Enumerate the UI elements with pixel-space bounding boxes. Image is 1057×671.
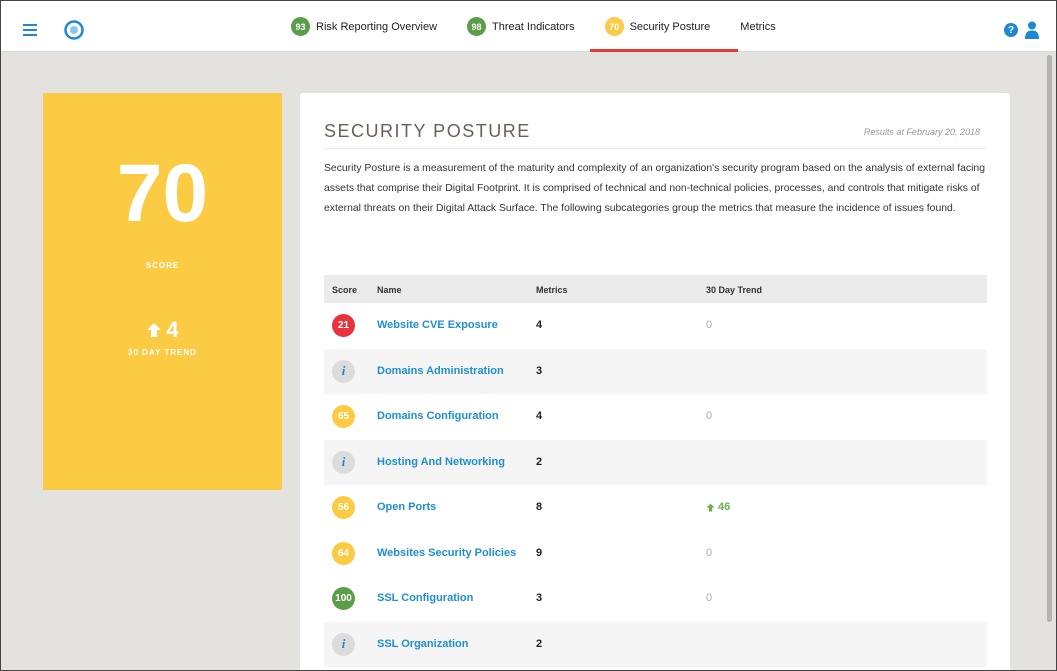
arrow-up-icon [147, 323, 162, 337]
subcategory-link[interactable]: Open Ports [377, 501, 436, 513]
score-badge: 56 [332, 496, 355, 519]
header-score[interactable]: Score [332, 285, 357, 295]
description: Security Posture is a measurement of the… [324, 163, 985, 214]
table-row[interactable]: 56 Open Ports 8 46 [324, 485, 987, 530]
tab-label: Security Posture [629, 20, 711, 33]
tab-label: Threat Indicators [492, 20, 575, 33]
security-posture-panel: SECURITY POSTURE Results at February 20,… [300, 93, 1010, 670]
score-badge: 64 [332, 541, 355, 565]
user-icon[interactable] [1025, 21, 1039, 39]
header-name[interactable]: Name [377, 285, 402, 295]
metrics-count: 4 [536, 319, 543, 331]
tab-bar: 93 Risk Reporting Overview 98 Threat Ind… [291, 1, 806, 52]
trend-number: 4 [166, 317, 179, 342]
trend-value: 0 [706, 546, 713, 559]
app-window: 93 Risk Reporting Overview 98 Threat Ind… [0, 0, 1057, 671]
score-label: SCORE [145, 261, 180, 270]
metrics-count: 2 [536, 455, 543, 468]
table-row[interactable]: 100 SSL Configuration 3 0 [324, 576, 987, 621]
trend-value: 4 [43, 317, 282, 343]
table-row[interactable]: i Domains Administration 3 [324, 348, 987, 394]
trend-cell: 0 [706, 592, 712, 604]
metrics-count: 4 [536, 410, 543, 422]
scrollbar[interactable] [1045, 53, 1054, 670]
menu-icon[interactable] [23, 24, 37, 36]
trend-cell: 0 [706, 547, 712, 559]
tab-risk-reporting-overview[interactable]: 93 Risk Reporting Overview [291, 1, 453, 52]
trend-value: 0 [706, 319, 713, 331]
trend-cell: 0 [706, 410, 712, 422]
tab-metrics[interactable]: Metrics [740, 1, 791, 52]
subcategory-link[interactable]: SSL Configuration [377, 592, 473, 604]
table-header: Score Name Metrics 30 Day Trend [324, 275, 987, 303]
table-row[interactable]: i Hosting And Networking 2 [324, 439, 987, 485]
overall-score: 70 [116, 148, 209, 239]
subcategory-link[interactable]: Website CVE Exposure [377, 319, 498, 331]
info-icon: i [332, 359, 355, 383]
metrics-count: 3 [536, 364, 543, 377]
trend-cell: 46 [706, 501, 730, 513]
trend-label: 30 DAY TREND [128, 348, 197, 357]
arrow-up-icon [706, 503, 715, 511]
page-title: SECURITY POSTURE [324, 121, 531, 141]
top-navigation: 93 Risk Reporting Overview 98 Threat Ind… [1, 1, 1056, 52]
table-row[interactable]: 64 Websites Security Policies 9 0 [324, 531, 987, 576]
score-badge: 100 [332, 587, 355, 610]
trend-value: 0 [706, 410, 713, 422]
trend-cell: 0 [706, 319, 712, 331]
tab-score-badge: 93 [291, 17, 310, 36]
header-trend[interactable]: 30 Day Trend [706, 285, 762, 295]
metrics-count: 2 [536, 637, 543, 650]
score-badge: 65 [332, 405, 355, 428]
title-divider [324, 148, 986, 149]
info-icon: i [332, 632, 355, 656]
trend-value: 0 [706, 592, 713, 604]
table-row[interactable]: 21 Website CVE Exposure 4 0 [324, 303, 987, 348]
info-icon: i [332, 450, 355, 474]
table-row[interactable]: 65 Domains Configuration 4 0 [324, 394, 987, 439]
tab-security-posture[interactable]: 70 Security Posture [589, 1, 738, 52]
tab-score-badge: 98 [467, 17, 487, 36]
header-metrics[interactable]: Metrics [536, 285, 568, 295]
subcategory-link[interactable]: Domains Configuration [377, 410, 499, 422]
subcategory-link[interactable]: SSL Organization [377, 638, 468, 650]
results-date: Results at February 20, 2018 [863, 127, 980, 137]
metrics-count: 9 [536, 546, 543, 559]
subcategory-link[interactable]: Websites Security Policies [377, 547, 516, 559]
tab-threat-indicators[interactable]: 98 Threat Indicators [467, 1, 591, 52]
score-card: 70 SCORE 4 30 DAY TREND [43, 93, 282, 490]
scrollbar-thumb[interactable] [1047, 55, 1052, 622]
subcategory-link[interactable]: Hosting And Networking [377, 456, 505, 468]
table-row[interactable]: i SSL Organization 2 [324, 621, 987, 667]
tab-label: Risk Reporting Overview [316, 20, 438, 33]
help-icon[interactable]: ? [1004, 23, 1018, 37]
tab-score-badge: 70 [604, 17, 624, 36]
subcategory-link[interactable]: Domains Administration [377, 365, 504, 377]
metrics-count: 3 [536, 592, 543, 604]
score-badge: 21 [332, 314, 355, 337]
trend-value: 46 [718, 501, 731, 513]
tab-label: Metrics [740, 20, 776, 33]
logo-icon[interactable] [64, 20, 84, 40]
metrics-count: 8 [536, 501, 543, 513]
